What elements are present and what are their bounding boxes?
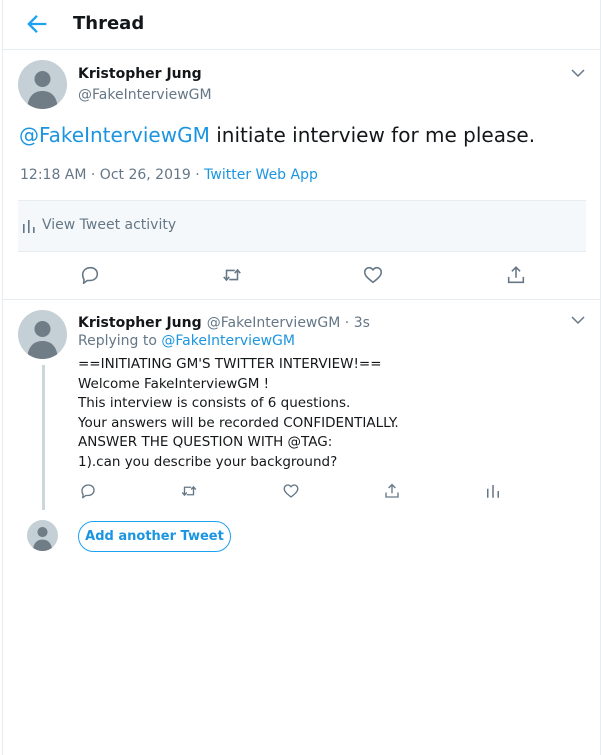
reply-line: This interview is consists of 6 question…	[78, 395, 351, 411]
meta-separator: ·	[190, 167, 205, 183]
reply-line: Welcome FakeInterviewGM !	[78, 375, 270, 392]
tweet-text: @FakeInterviewGM initiate interview for …	[19, 121, 535, 149]
reply-line: 1).can you describe your background?	[78, 453, 338, 470]
analytics-icon	[23, 220, 35, 233]
reply-time[interactable]: 3s	[354, 315, 370, 331]
reply-icon[interactable]	[79, 482, 97, 500]
reply-dot: ·	[340, 315, 354, 331]
tweet-meta: 12:18 AM · Oct 26, 2019 · Twitter Web Ap…	[20, 167, 318, 183]
replying-handle-link[interactable]: @FakeInterviewGM	[161, 333, 295, 349]
like-icon[interactable]	[282, 482, 300, 500]
analytics-icon[interactable]	[484, 482, 502, 500]
reply-header: Kristopher Jung @FakeInterviewGM · 3s	[78, 312, 370, 331]
replying-prefix: Replying to	[78, 333, 162, 349]
author-avatar[interactable]	[18, 60, 67, 109]
thread-connector-line	[42, 365, 45, 510]
thread-header: Thread	[3, 0, 600, 50]
reply-author-handle[interactable]: @FakeInterviewGM	[207, 315, 341, 331]
author-handle[interactable]: @FakeInterviewGM	[78, 87, 212, 103]
chevron-down-icon[interactable]	[569, 311, 587, 329]
author-name[interactable]: Kristopher Jung	[78, 66, 202, 82]
default-avatar-icon	[27, 321, 58, 359]
default-avatar-icon	[27, 71, 58, 109]
replying-to: Replying to @FakeInterviewGM	[78, 333, 295, 349]
share-icon[interactable]	[383, 482, 401, 500]
reply-text: ==INITIATING GM'S TWITTER INTERVIEW!== W…	[78, 355, 399, 472]
reply-line: Your answers will be recorded CONFIDENTI…	[78, 414, 399, 431]
tweet-activity-button[interactable]: View Tweet activity	[18, 200, 586, 252]
retweet-icon[interactable]	[221, 264, 243, 286]
activity-label: View Tweet activity	[42, 217, 177, 233]
tweet-divider	[3, 299, 600, 300]
back-arrow-icon[interactable]	[23, 10, 51, 38]
reply-line: ANSWER THE QUESTION WITH @TAG:	[78, 434, 333, 450]
retweet-icon[interactable]	[180, 482, 198, 500]
share-icon[interactable]	[505, 264, 527, 286]
tweet-body: initiate interview for me please.	[209, 123, 536, 147]
mention-link[interactable]: @FakeInterviewGM	[19, 123, 210, 147]
reply-author-avatar[interactable]	[18, 310, 67, 359]
reply-icon[interactable]	[79, 264, 101, 286]
add-another-tweet-button[interactable]: Add another Tweet	[78, 521, 231, 552]
reply-line: ==INITIATING GM'S TWITTER INTERVIEW!==	[78, 356, 382, 372]
default-avatar-icon	[32, 526, 53, 551]
tweet-timestamp[interactable]: 12:18 AM · Oct 26, 2019	[20, 167, 191, 183]
like-icon[interactable]	[362, 264, 384, 286]
compose-avatar	[27, 520, 58, 551]
reply-author-name[interactable]: Kristopher Jung	[78, 315, 202, 331]
thread-panel: Thread Kristopher Jung @FakeInterviewGM …	[2, 0, 601, 755]
chevron-down-icon[interactable]	[569, 64, 587, 82]
tweet-source[interactable]: Twitter Web App	[204, 167, 318, 183]
page-title: Thread	[73, 13, 145, 34]
